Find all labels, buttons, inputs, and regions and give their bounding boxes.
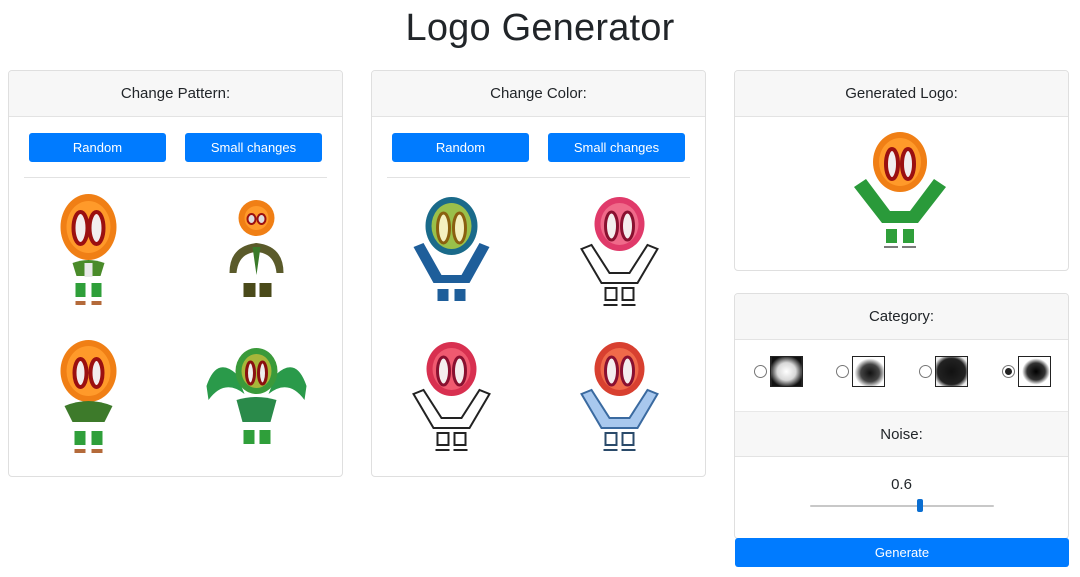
category-image-3 bbox=[935, 355, 968, 387]
category-header: Category: bbox=[735, 294, 1068, 340]
category-radio-2[interactable] bbox=[836, 364, 849, 378]
noise-value: 0.6 bbox=[891, 476, 912, 493]
noise-slider[interactable] bbox=[810, 498, 994, 514]
noise-slider-thumb[interactable] bbox=[917, 499, 923, 512]
pattern-divider bbox=[24, 177, 327, 178]
category-radio-3[interactable] bbox=[919, 364, 932, 378]
color-variant-4[interactable] bbox=[557, 336, 682, 461]
category-option-1[interactable] bbox=[754, 354, 803, 388]
change-pattern-header: Change Pattern: bbox=[9, 71, 342, 117]
category-options bbox=[735, 354, 1068, 390]
color-small-changes-button[interactable]: Small changes bbox=[548, 133, 685, 162]
noise-header: Noise: bbox=[735, 411, 1068, 457]
pattern-random-button[interactable]: Random bbox=[29, 133, 166, 162]
change-color-card: Change Color: Random Small changes bbox=[371, 70, 706, 477]
pattern-small-changes-button[interactable]: Small changes bbox=[185, 133, 322, 162]
generated-logo-header: Generated Logo: bbox=[735, 71, 1068, 117]
category-option-3[interactable] bbox=[919, 354, 968, 388]
pattern-variant-2[interactable] bbox=[194, 191, 319, 316]
generated-logo-card: Generated Logo: bbox=[734, 70, 1069, 271]
category-image-1 bbox=[770, 355, 803, 387]
change-pattern-card: Change Pattern: Random Small changes bbox=[8, 70, 343, 477]
color-variant-2[interactable] bbox=[557, 191, 682, 316]
pattern-variant-4[interactable] bbox=[194, 336, 319, 461]
category-image-4 bbox=[1018, 355, 1051, 387]
category-option-2[interactable] bbox=[836, 354, 885, 388]
generate-button[interactable]: Generate bbox=[735, 538, 1069, 567]
noise-slider-track bbox=[810, 505, 994, 507]
change-color-header: Change Color: bbox=[372, 71, 705, 117]
generated-logo-image bbox=[840, 129, 960, 264]
pattern-variant-3[interactable] bbox=[26, 336, 151, 461]
color-random-button[interactable]: Random bbox=[392, 133, 529, 162]
category-image-2 bbox=[852, 355, 885, 387]
color-variant-1[interactable] bbox=[389, 191, 514, 316]
pattern-variant-1[interactable] bbox=[26, 191, 151, 316]
color-variant-3[interactable] bbox=[389, 336, 514, 461]
color-divider bbox=[387, 177, 690, 178]
page-title: Logo Generator bbox=[405, 7, 675, 49]
category-option-4[interactable] bbox=[1002, 354, 1051, 388]
category-radio-4[interactable] bbox=[1002, 364, 1015, 378]
category-radio-1[interactable] bbox=[754, 364, 767, 378]
category-noise-card: Category: Noise: 0.6 bbox=[734, 293, 1069, 539]
